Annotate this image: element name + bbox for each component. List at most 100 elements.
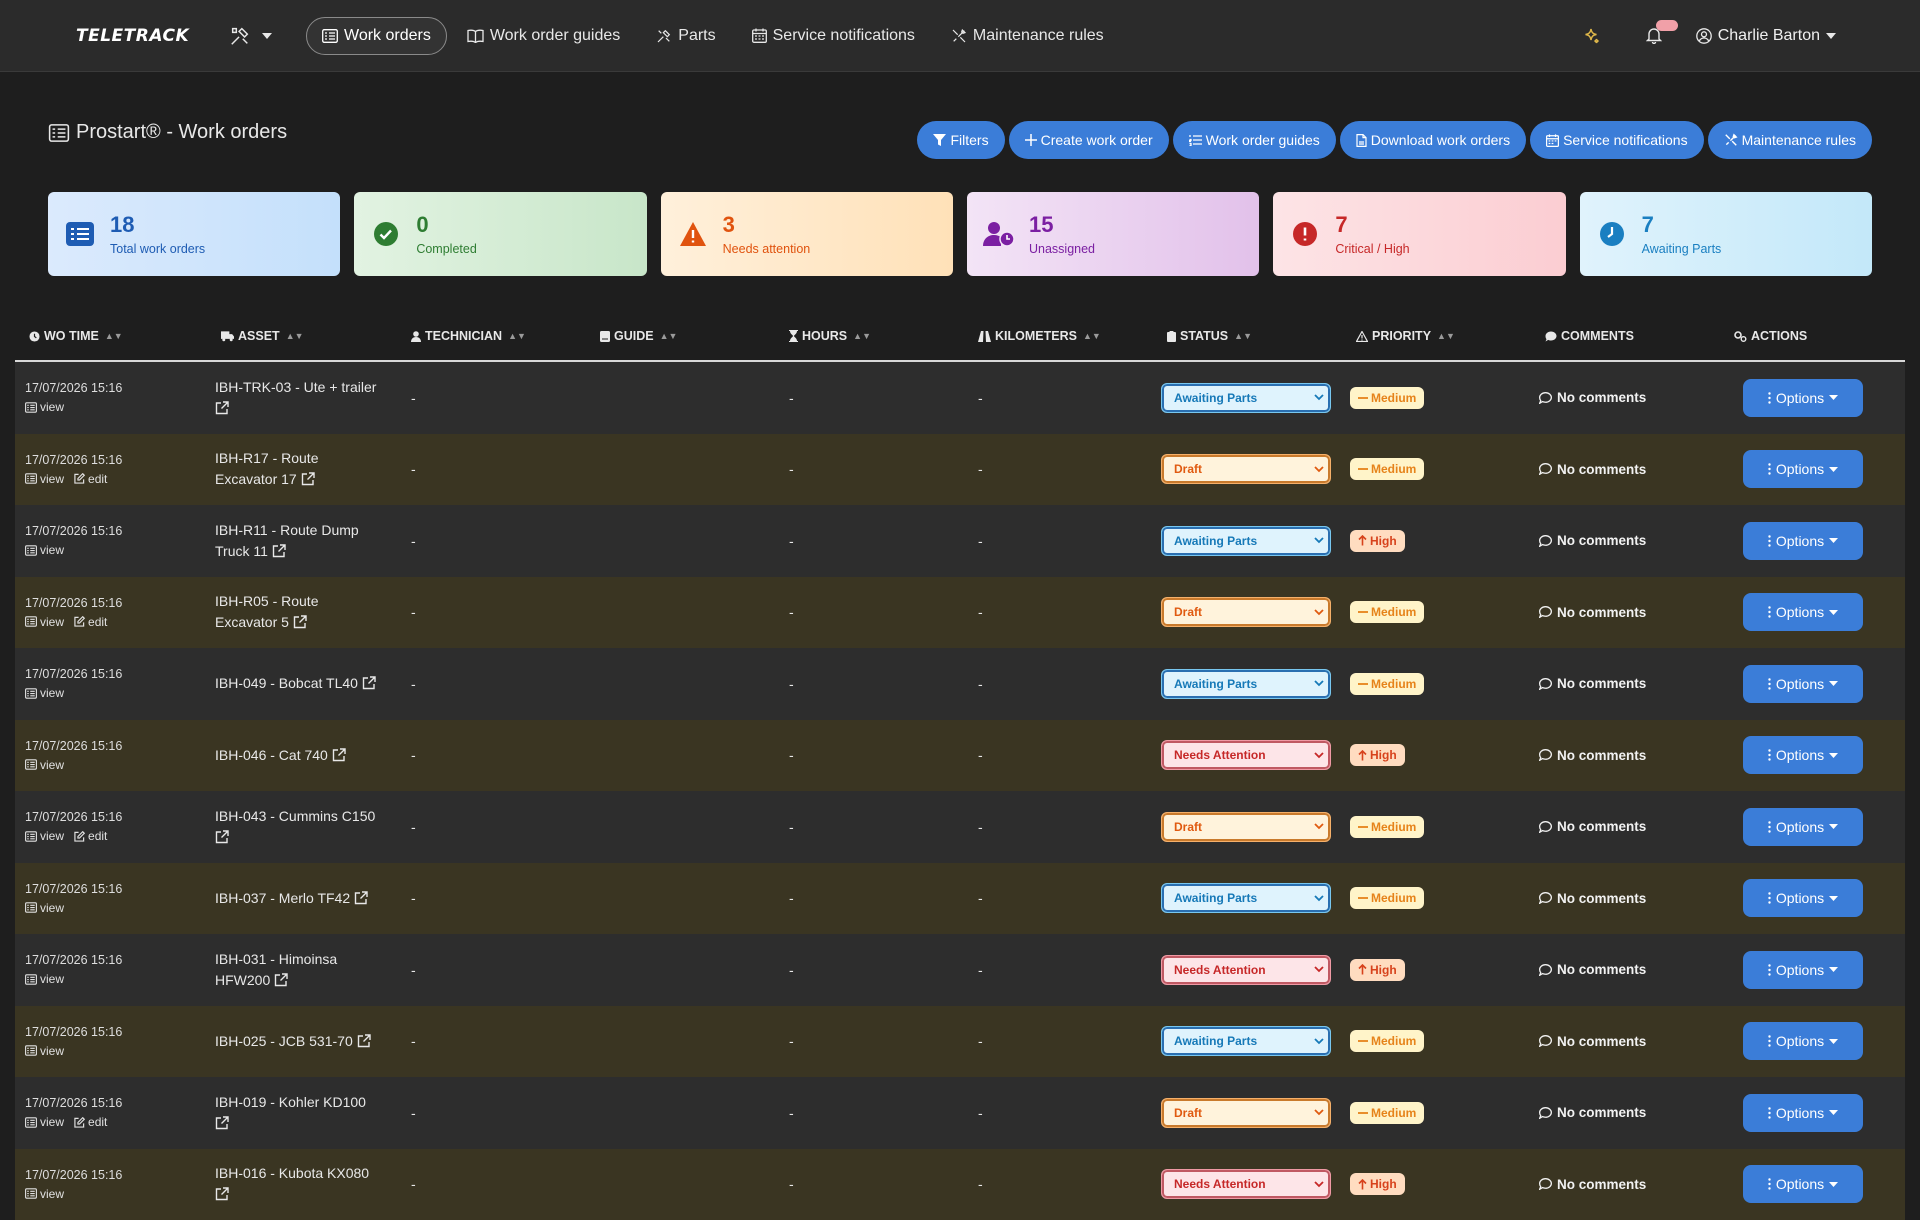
options-button[interactable]: Options — [1743, 879, 1863, 917]
comments-link[interactable]: No comments — [1539, 1177, 1718, 1192]
status-select[interactable]: Needs Attention — [1161, 1169, 1331, 1199]
external-link-icon[interactable] — [362, 676, 376, 690]
column-technician[interactable]: TECHNICIAN▲▼ — [395, 329, 584, 343]
notifications-bell[interactable] — [1646, 27, 1662, 44]
comments-link[interactable]: No comments — [1539, 533, 1718, 548]
external-link-icon[interactable] — [301, 472, 315, 486]
comments-link[interactable]: No comments — [1539, 1034, 1718, 1049]
filters-button[interactable]: Filters — [917, 121, 1004, 159]
column-guide[interactable]: GUIDE▲▼ — [584, 329, 773, 343]
view-link[interactable]: view — [25, 543, 64, 557]
comments-link[interactable]: No comments — [1539, 390, 1718, 405]
external-link-icon[interactable] — [215, 1116, 229, 1130]
comments-link[interactable]: No comments — [1539, 605, 1718, 620]
options-button[interactable]: Options — [1743, 736, 1863, 774]
view-link[interactable]: view — [25, 400, 64, 414]
edit-link[interactable]: edit — [74, 1115, 107, 1129]
vertical-dots-icon — [1768, 606, 1771, 618]
external-link-icon[interactable] — [293, 615, 307, 629]
status-select[interactable]: Awaiting Parts — [1161, 1026, 1331, 1056]
view-link[interactable]: view — [25, 829, 64, 843]
stat-card-unassigned[interactable]: 15Unassigned — [967, 192, 1259, 276]
status-cell: Awaiting Parts — [1151, 526, 1340, 556]
comments-link[interactable]: No comments — [1539, 748, 1718, 763]
stat-card-critical-high[interactable]: 7Critical / High — [1273, 192, 1565, 276]
stat-card-total[interactable]: 18Total work orders — [48, 192, 340, 276]
column-status[interactable]: STATUS▲▼ — [1151, 329, 1340, 343]
nav-item-work-order-guides[interactable]: Work order guides — [451, 17, 636, 55]
edit-link[interactable]: edit — [74, 472, 107, 486]
status-select[interactable]: Draft — [1161, 1098, 1331, 1128]
options-button[interactable]: Options — [1743, 951, 1863, 989]
view-link[interactable]: view — [25, 686, 64, 700]
options-button[interactable]: Options — [1743, 665, 1863, 703]
teletrack-logo[interactable]: TELETRACK — [76, 26, 193, 46]
stat-card-awaiting-parts[interactable]: 7Awaiting Parts — [1580, 192, 1872, 276]
options-button[interactable]: Options — [1743, 1022, 1863, 1060]
download-work-orders-button[interactable]: Download work orders — [1340, 121, 1526, 159]
comments-cell: No comments — [1529, 819, 1718, 834]
external-link-icon[interactable] — [215, 401, 229, 415]
comments-link[interactable]: No comments — [1539, 891, 1718, 906]
external-link-icon[interactable] — [215, 830, 229, 844]
view-link[interactable]: view — [25, 972, 64, 986]
options-button[interactable]: Options — [1743, 593, 1863, 631]
nav-item-work-orders[interactable]: Work orders — [306, 17, 447, 55]
external-link-icon[interactable] — [357, 1034, 371, 1048]
stat-card-needs-attention[interactable]: 3Needs attention — [661, 192, 953, 276]
view-link[interactable]: view — [25, 1187, 64, 1201]
tools-icon — [656, 28, 672, 44]
view-link[interactable]: view — [25, 758, 64, 772]
sparkle-icon[interactable] — [1582, 27, 1600, 45]
column-asset[interactable]: ASSET▲▼ — [205, 329, 395, 343]
status-select[interactable]: Draft — [1161, 597, 1331, 627]
edit-link[interactable]: edit — [74, 615, 107, 629]
tools-menu-toggle[interactable] — [229, 25, 273, 47]
status-select[interactable]: Awaiting Parts — [1161, 669, 1331, 699]
status-select[interactable]: Draft — [1161, 812, 1331, 842]
stat-card-completed[interactable]: 0Completed — [354, 192, 646, 276]
column-kilometers[interactable]: KILOMETERS▲▼ — [962, 329, 1151, 343]
column-wo-time[interactable]: WO TIME▲▼ — [15, 329, 205, 343]
comments-link[interactable]: No comments — [1539, 962, 1718, 977]
external-link-icon[interactable] — [354, 891, 368, 905]
options-button[interactable]: Options — [1743, 1165, 1863, 1203]
status-select[interactable]: Awaiting Parts — [1161, 883, 1331, 913]
view-link[interactable]: view — [25, 615, 64, 629]
edit-link[interactable]: edit — [74, 829, 107, 843]
options-button[interactable]: Options — [1743, 522, 1863, 560]
external-link-icon[interactable] — [272, 544, 286, 558]
comments-link[interactable]: No comments — [1539, 1105, 1718, 1120]
comments-link[interactable]: No comments — [1539, 462, 1718, 477]
user-menu[interactable]: Charlie Barton — [1696, 27, 1836, 45]
status-select[interactable]: Awaiting Parts — [1161, 383, 1331, 413]
options-button[interactable]: Options — [1743, 450, 1863, 488]
options-button[interactable]: Options — [1743, 808, 1863, 846]
nav-item-service-notifications[interactable]: Service notifications — [736, 17, 931, 55]
view-link[interactable]: view — [25, 901, 64, 915]
comments-link[interactable]: No comments — [1539, 676, 1718, 691]
nav-item-parts[interactable]: Parts — [640, 17, 731, 55]
status-select[interactable]: Awaiting Parts — [1161, 526, 1331, 556]
status-select[interactable]: Draft — [1161, 454, 1331, 484]
status-select[interactable]: Needs Attention — [1161, 740, 1331, 770]
service-notifications-button[interactable]: Service notifications — [1530, 121, 1704, 159]
nav-item-maintenance-rules[interactable]: Maintenance rules — [935, 17, 1120, 55]
external-link-icon[interactable] — [332, 748, 346, 762]
external-link-icon[interactable] — [274, 973, 288, 987]
work-order-guides-button[interactable]: Work order guides — [1173, 121, 1336, 159]
external-link-icon[interactable] — [215, 1187, 229, 1201]
status-select[interactable]: Needs Attention — [1161, 955, 1331, 985]
options-button[interactable]: Options — [1743, 1094, 1863, 1132]
wo-time: 17/07/2026 15:16 — [25, 739, 205, 753]
create-work-order-button[interactable]: Create work order — [1009, 121, 1169, 159]
column-hours[interactable]: HOURS▲▼ — [773, 329, 962, 343]
column-priority[interactable]: PRIORITY▲▼ — [1340, 329, 1529, 343]
options-button[interactable]: Options — [1743, 379, 1863, 417]
view-link[interactable]: view — [25, 472, 64, 486]
work-orders-table: WO TIME▲▼ ASSET▲▼ TECHNICIAN▲▼ GUIDE▲▼ H… — [15, 312, 1905, 1220]
view-link[interactable]: view — [25, 1115, 64, 1129]
maintenance-rules-button[interactable]: Maintenance rules — [1708, 121, 1872, 159]
comments-link[interactable]: No comments — [1539, 819, 1718, 834]
view-link[interactable]: view — [25, 1044, 64, 1058]
